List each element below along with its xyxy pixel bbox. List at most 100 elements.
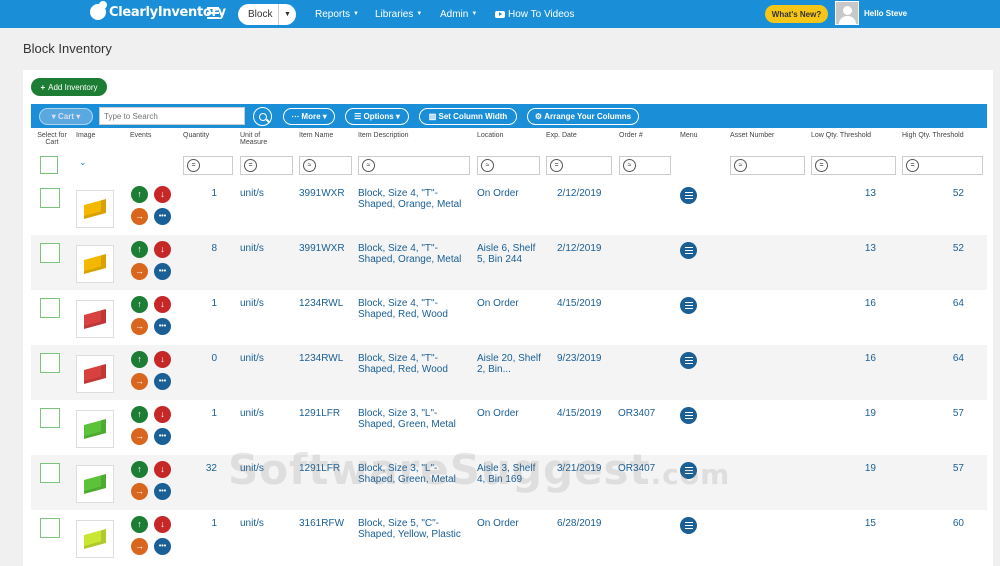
table-row[interactable]: ↑ ↓ → ••• 8 unit/s 3991WXR Block, Size 4…	[31, 235, 987, 290]
check-in-icon[interactable]: ↑	[131, 406, 148, 423]
high-threshold-filter[interactable]: =	[902, 156, 983, 175]
row-menu-icon[interactable]	[680, 517, 697, 534]
row-menu-icon[interactable]	[680, 297, 697, 314]
column-header-low-threshold[interactable]: Low Qty. Threshold	[811, 132, 871, 139]
item-image[interactable]	[76, 300, 114, 338]
item-description-filter[interactable]: ≈	[358, 156, 470, 175]
select-for-cart-checkbox[interactable]	[40, 188, 60, 208]
chevron-down-icon[interactable]: ⌄	[79, 157, 87, 168]
column-header-quantity[interactable]: Quantity	[183, 132, 209, 139]
move-icon[interactable]: →	[131, 538, 148, 555]
equals-filter-icon[interactable]: =	[187, 159, 200, 172]
item-image[interactable]	[76, 245, 114, 283]
row-menu-icon[interactable]	[680, 462, 697, 479]
approx-filter-icon[interactable]: ≈	[623, 159, 636, 172]
options-button[interactable]: ☰ Options ▾	[345, 108, 409, 125]
approx-filter-icon[interactable]: ≈	[734, 159, 747, 172]
approx-filter-icon[interactable]: ≈	[303, 159, 316, 172]
select-for-cart-checkbox[interactable]	[40, 353, 60, 373]
avatar[interactable]	[835, 1, 859, 25]
check-in-icon[interactable]: ↑	[131, 461, 148, 478]
item-image[interactable]	[76, 355, 114, 393]
column-header-item-name[interactable]: Item Name	[299, 132, 333, 139]
nav-how-to-videos[interactable]: How To Videos	[495, 0, 574, 28]
row-menu-icon[interactable]	[680, 187, 697, 204]
column-header-exp-date[interactable]: Exp. Date	[546, 132, 577, 139]
table-row[interactable]: ↑ ↓ → ••• 32 unit/s 1291LFR Block, Size …	[31, 455, 987, 510]
select-for-cart-checkbox[interactable]	[40, 243, 60, 263]
more-events-icon[interactable]: •••	[154, 538, 171, 555]
column-header-order[interactable]: Order #	[619, 132, 643, 139]
search-input[interactable]	[99, 107, 245, 125]
arrange-columns-button[interactable]: ⚙ Arrange Your Columns	[527, 108, 639, 125]
move-icon[interactable]: →	[131, 428, 148, 445]
more-events-icon[interactable]: •••	[154, 428, 171, 445]
cart-button[interactable]: ▾ Cart ▾	[39, 108, 93, 125]
app-logo[interactable]: ClearlyInventory	[90, 1, 226, 20]
table-row[interactable]: ↑ ↓ → ••• 0 unit/s 1234RWL Block, Size 4…	[31, 345, 987, 400]
more-events-icon[interactable]: •••	[154, 318, 171, 335]
set-column-width-button[interactable]: ▥ Set Column Width	[419, 108, 517, 125]
check-out-icon[interactable]: ↓	[154, 186, 171, 203]
exp-date-filter[interactable]: =	[546, 156, 612, 175]
table-row[interactable]: ↑ ↓ → ••• 1 unit/s 3161RFW Block, Size 5…	[31, 510, 987, 565]
check-in-icon[interactable]: ↑	[131, 516, 148, 533]
equals-filter-icon[interactable]: =	[550, 159, 563, 172]
select-for-cart-checkbox[interactable]	[40, 298, 60, 318]
low-threshold-filter[interactable]: =	[811, 156, 896, 175]
check-out-icon[interactable]: ↓	[154, 516, 171, 533]
check-out-icon[interactable]: ↓	[154, 406, 171, 423]
check-out-icon[interactable]: ↓	[154, 296, 171, 313]
column-header-high-threshold[interactable]: High Qty. Threshold	[902, 132, 964, 139]
approx-filter-icon[interactable]: ≈	[481, 159, 494, 172]
search-button[interactable]	[253, 107, 272, 126]
row-menu-icon[interactable]	[680, 407, 697, 424]
column-header-uom[interactable]: Unit of Measure	[240, 132, 280, 146]
more-button[interactable]: ⋯ More ▾	[283, 108, 335, 125]
check-out-icon[interactable]: ↓	[154, 461, 171, 478]
move-icon[interactable]: →	[131, 483, 148, 500]
equals-filter-icon[interactable]: =	[244, 159, 257, 172]
select-for-cart-checkbox[interactable]	[40, 463, 60, 483]
item-image[interactable]	[76, 190, 114, 228]
check-in-icon[interactable]: ↑	[131, 296, 148, 313]
move-icon[interactable]: →	[131, 263, 148, 280]
item-name-filter[interactable]: ≈	[299, 156, 352, 175]
nav-menu-admin[interactable]: Admin ▼	[440, 0, 477, 28]
select-for-cart-checkbox[interactable]	[40, 518, 60, 538]
quantity-filter[interactable]: =	[183, 156, 233, 175]
item-image[interactable]	[76, 410, 114, 448]
order-filter[interactable]: ≈	[619, 156, 671, 175]
row-menu-icon[interactable]	[680, 242, 697, 259]
check-out-icon[interactable]: ↓	[154, 351, 171, 368]
location-filter[interactable]: ≈	[477, 156, 540, 175]
more-events-icon[interactable]: •••	[154, 208, 171, 225]
mode-select[interactable]: Block ▼	[238, 4, 296, 25]
table-row[interactable]: ↑ ↓ → ••• 1 unit/s 3991WXR Block, Size 4…	[31, 180, 987, 235]
nav-menu-libraries[interactable]: Libraries ▼	[375, 0, 422, 28]
table-row[interactable]: ↑ ↓ → ••• 1 unit/s 1234RWL Block, Size 4…	[31, 290, 987, 345]
equals-filter-icon[interactable]: =	[906, 159, 919, 172]
table-row[interactable]: ↑ ↓ → ••• 1 unit/s 1291LFR Block, Size 3…	[31, 400, 987, 455]
item-image[interactable]	[76, 465, 114, 503]
row-menu-icon[interactable]	[680, 352, 697, 369]
asset-number-filter[interactable]: ≈	[730, 156, 805, 175]
more-events-icon[interactable]: •••	[154, 263, 171, 280]
check-out-icon[interactable]: ↓	[154, 241, 171, 258]
move-icon[interactable]: →	[131, 208, 148, 225]
more-events-icon[interactable]: •••	[154, 483, 171, 500]
check-in-icon[interactable]: ↑	[131, 351, 148, 368]
column-header-asset-number[interactable]: Asset Number	[730, 132, 774, 139]
uom-filter[interactable]: =	[240, 156, 293, 175]
column-header-item-description[interactable]: Item Description	[358, 132, 409, 139]
hamburger-menu-icon[interactable]	[207, 7, 219, 19]
move-icon[interactable]: →	[131, 373, 148, 390]
nav-menu-reports[interactable]: Reports ▼	[315, 0, 359, 28]
equals-filter-icon[interactable]: =	[815, 159, 828, 172]
check-in-icon[interactable]: ↑	[131, 241, 148, 258]
column-header-location[interactable]: Location	[477, 132, 503, 139]
move-icon[interactable]: →	[131, 318, 148, 335]
user-greeting[interactable]: Hello Steve	[864, 9, 907, 18]
whats-new-button[interactable]: What's New?	[765, 5, 828, 23]
select-for-cart-checkbox[interactable]	[40, 408, 60, 428]
